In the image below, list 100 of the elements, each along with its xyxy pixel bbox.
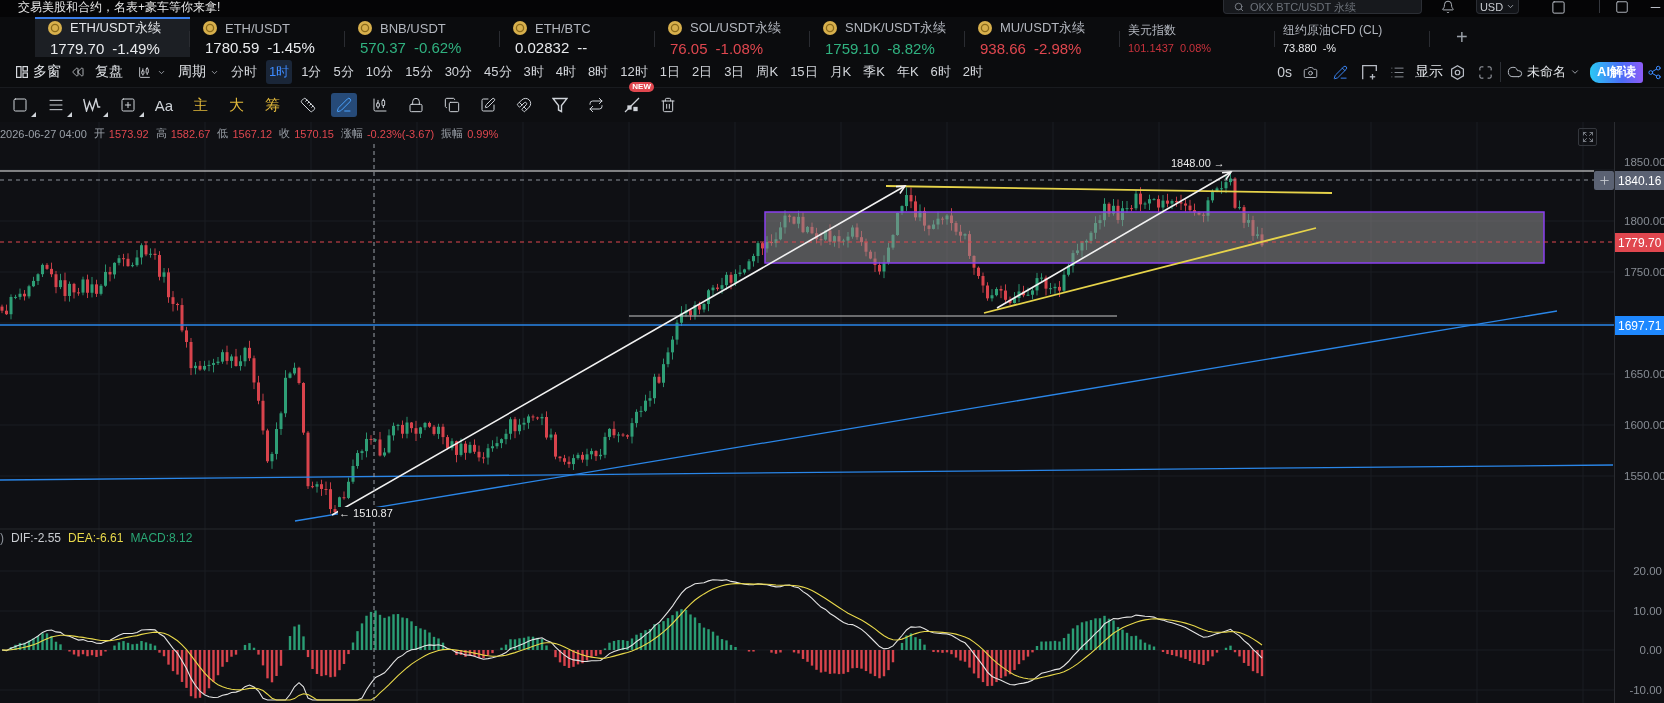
chart-type-button[interactable] xyxy=(138,65,166,79)
line-tool-icon xyxy=(624,97,640,113)
bell-icon[interactable] xyxy=(1441,0,1455,14)
candlestick-icon xyxy=(138,65,151,79)
trash-icon xyxy=(660,97,676,113)
period-tab[interactable]: 15日 xyxy=(787,60,821,84)
coin-icon xyxy=(668,21,682,35)
tab-change: -1.49% xyxy=(112,40,160,57)
add-line-button[interactable] xyxy=(1594,171,1614,190)
candle-datetime: 2026-06-27 04:00 xyxy=(0,127,87,140)
fullscreen-button[interactable] xyxy=(1578,128,1597,146)
split-window-icon xyxy=(16,66,28,78)
tab-change: -8.82% xyxy=(887,40,935,57)
period-tab[interactable]: 年K xyxy=(893,60,922,84)
macd-axis-label: 10.00 xyxy=(1633,605,1662,618)
tab-price: 76.05 xyxy=(670,40,708,57)
tab-price: 1779.70 xyxy=(50,40,105,57)
layout-dropdown[interactable]: 未命名 xyxy=(1507,63,1580,81)
tab-symbol: SNDK/USDT永续 xyxy=(845,19,947,37)
period-tab[interactable]: 30分 xyxy=(441,60,476,84)
indicator-button[interactable]: 大 xyxy=(223,93,249,117)
market-tab[interactable]: ETH/USDT 1780.59 -1.45% xyxy=(190,17,345,57)
period-tab[interactable]: 8时 xyxy=(585,60,612,84)
period-tab[interactable]: 3时 xyxy=(520,60,547,84)
tab-change: -2.98% xyxy=(1033,40,1082,57)
period-tab[interactable]: 周K xyxy=(753,60,782,84)
period-tab[interactable]: 1日 xyxy=(656,60,683,84)
period-tab[interactable]: 月K xyxy=(826,60,855,84)
tab-symbol: ETH/BTC xyxy=(535,20,591,36)
indicator-button[interactable]: 主 xyxy=(187,93,213,117)
cloud-icon xyxy=(1507,64,1523,80)
period-tab[interactable]: 2日 xyxy=(689,60,716,84)
expand-icon xyxy=(1581,131,1594,143)
period-tab[interactable]: 5分 xyxy=(330,60,357,84)
coin-icon xyxy=(203,21,217,35)
market-tab[interactable]: 美元指数 101.1437 0.08% xyxy=(1120,17,1275,57)
period-tab[interactable]: 分时 xyxy=(228,60,260,84)
expand-icon[interactable] xyxy=(1478,64,1493,80)
pen-line-icon xyxy=(336,97,352,113)
submenu-corner-icon xyxy=(31,112,36,117)
submenu-corner-icon xyxy=(139,112,144,117)
period-tab[interactable]: 6时 xyxy=(927,60,954,84)
coin-icon xyxy=(358,21,372,35)
ohlc-label: 收 xyxy=(279,126,291,141)
currency-select[interactable]: USD xyxy=(1476,0,1519,14)
ohlc-label: 高 xyxy=(155,126,167,141)
period-tab[interactable]: 3日 xyxy=(721,60,748,84)
new-badge: NEW xyxy=(629,82,654,92)
period-tab[interactable]: 45分 xyxy=(481,60,515,84)
camera-icon[interactable] xyxy=(1303,64,1318,80)
indicator-button[interactable]: 筹 xyxy=(259,93,285,117)
market-tab[interactable]: 纽约原油CFD (CL) 73.880 -% xyxy=(1275,17,1430,57)
market-tab[interactable]: MU/USDT永续 938.66 -2.98% xyxy=(965,17,1120,57)
submenu-corner-icon xyxy=(103,112,108,117)
candlestick-icon xyxy=(372,97,388,113)
replay-button[interactable]: 复盘 xyxy=(72,63,123,81)
period-tab[interactable]: 1分 xyxy=(298,60,325,84)
pencil-icon[interactable] xyxy=(1333,64,1348,80)
square-icon[interactable] xyxy=(1551,0,1566,15)
tab-price: 1759.10 xyxy=(825,40,880,57)
macd-value: DIF:-2.55 xyxy=(11,531,61,545)
period-tab[interactable]: 12时 xyxy=(617,60,651,84)
market-tab[interactable]: ETH/BTC 0.02832 -- xyxy=(500,17,655,57)
market-tab[interactable]: SOL/USDT永续 76.05 -1.08% xyxy=(655,17,810,57)
tab-symbol: MU/USDT永续 xyxy=(1000,19,1086,37)
edit-icon xyxy=(480,97,496,113)
period-tab[interactable]: 1时 xyxy=(266,60,293,84)
promo-banner-text: 交易美股和合约，名表+豪车等你来拿! xyxy=(18,0,221,15)
square-icon[interactable] xyxy=(1615,0,1629,14)
ruler-icon xyxy=(300,97,316,113)
tab-price: 1780.59 xyxy=(205,38,260,56)
multi-window-button[interactable]: 多窗 xyxy=(16,63,61,81)
coin-icon xyxy=(513,21,527,35)
market-tab[interactable]: ETH/USDT永续 1779.70 -1.49% xyxy=(35,17,190,57)
tab-price: 0.02832 xyxy=(515,38,570,56)
period-tab[interactable]: 10分 xyxy=(362,60,397,84)
text-tool-button[interactable]: Aa xyxy=(151,93,177,117)
list-icon[interactable] xyxy=(1390,64,1405,80)
period-tab[interactable]: 4时 xyxy=(552,60,580,84)
market-tab[interactable]: BNB/USDT 570.37 -0.62% xyxy=(345,17,500,57)
share-icon[interactable] xyxy=(1647,64,1662,80)
submenu-corner-icon xyxy=(67,112,72,117)
market-tab[interactable]: SNDK/USDT永续 1759.10 -8.82% xyxy=(810,17,965,57)
ohlc-value: 1573.92 xyxy=(108,127,149,140)
tab-symbol: 纽约原油CFD (CL) xyxy=(1283,22,1383,39)
ohlc-label: 低 xyxy=(217,126,229,141)
display-button[interactable]: 显示 xyxy=(1415,63,1443,81)
add-tab-button[interactable]: + xyxy=(1452,27,1472,47)
settings-icon[interactable] xyxy=(1450,64,1465,80)
period-tab[interactable]: 2时 xyxy=(959,60,987,84)
ai-analysis-button[interactable]: AI解读 xyxy=(1590,61,1643,83)
period-dropdown[interactable]: 周期 xyxy=(178,63,219,81)
tab-change: -- xyxy=(577,38,588,56)
frame-plus-icon[interactable] xyxy=(1362,64,1377,80)
copy-icon xyxy=(444,97,460,113)
ohlc-value: -0.23%(-3.67) xyxy=(366,127,435,140)
search-field[interactable]: OKX BTC/USDT 永续 xyxy=(1223,0,1422,14)
period-tab[interactable]: 季K xyxy=(860,60,888,84)
filter-icon xyxy=(552,97,568,113)
period-tab[interactable]: 15分 xyxy=(402,60,436,84)
